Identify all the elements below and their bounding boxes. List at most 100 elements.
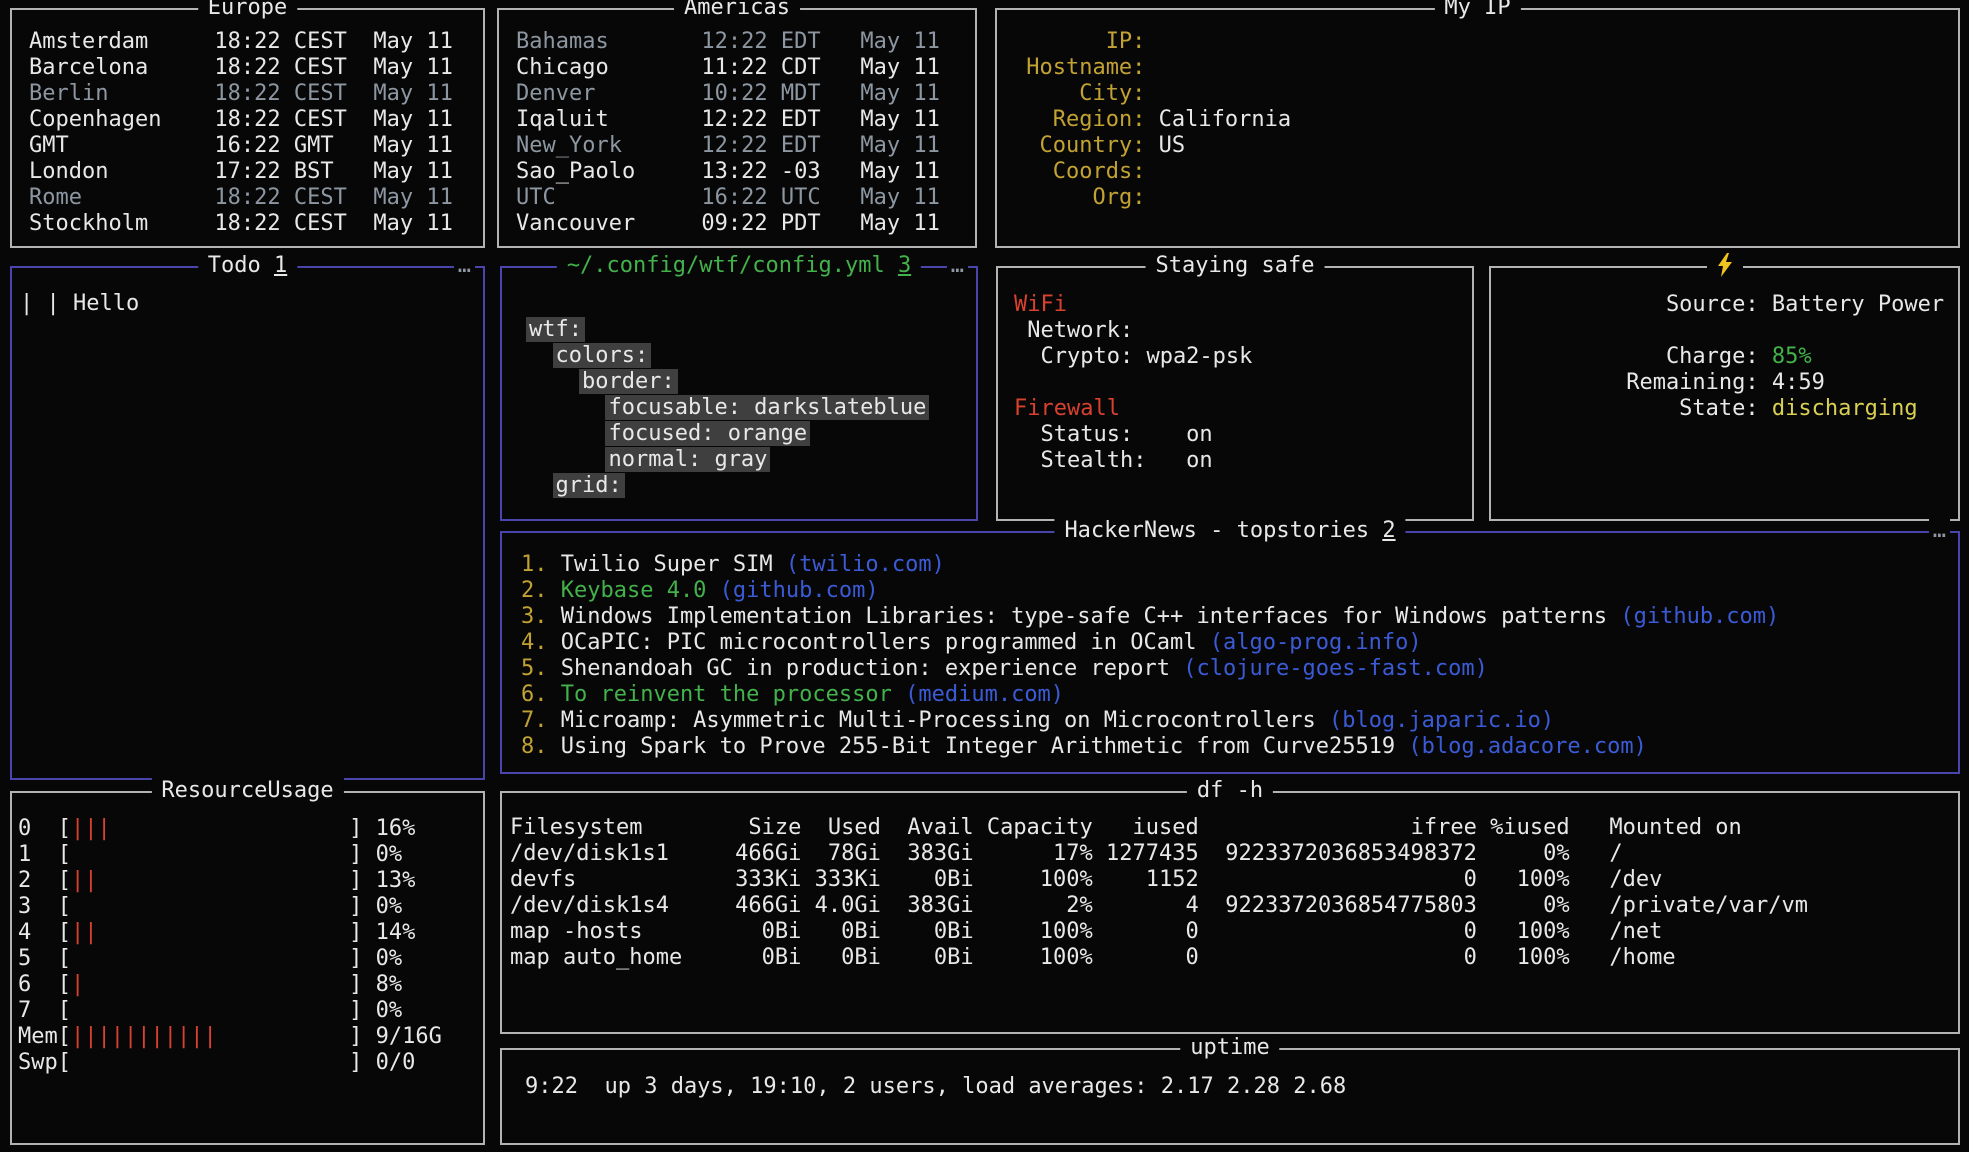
hn-story[interactable]: 5.Shenandoah GC in production: experienc… [521, 656, 1958, 682]
battery-state-value: discharging [1772, 396, 1918, 421]
clock-row: GMT 16:22 GMT May 11 [29, 133, 483, 159]
gauge-bracket: ] [349, 972, 362, 997]
gauge-bracket: [ [58, 998, 71, 1023]
clock-row: Rome 18:22 CEST May 11 [29, 185, 483, 211]
ip-value: California [1159, 107, 1291, 132]
gauge-bracket: [ [58, 946, 71, 971]
gauge-value: 14% [376, 920, 416, 945]
config-code: colors: [553, 343, 652, 368]
gauge-label: 1 [18, 842, 58, 868]
panel-battery: Source:Battery Power Charge:85% Remainin… [1489, 266, 1960, 521]
gauge-bars: ||||||||||| [71, 1024, 349, 1050]
ip-info-row: Org: [1013, 185, 1958, 211]
config-line: colors: [526, 343, 976, 369]
gauge-bracket: ] [349, 1050, 362, 1075]
gauge-label: 3 [18, 894, 58, 920]
ip-label: Country: [1013, 133, 1145, 159]
df-header-row: Filesystem Size Used Avail Capacity iuse… [510, 815, 1958, 841]
config-indent [526, 421, 605, 446]
hn-story-domain: (blog.japaric.io) [1329, 708, 1554, 733]
resource-gauges: 0 [|||]16% 1 []0% 2 [||]13% 3 []0% 4 [||… [12, 793, 483, 1076]
hn-story-title: Using Spark to Prove 255-Bit Integer Ari… [561, 734, 1395, 759]
firewall-header: Firewall [1014, 396, 1472, 422]
gauge-bracket: [ [58, 1050, 71, 1075]
hn-story-number: 6. [521, 682, 548, 707]
wifi-network-row: Network: [1014, 318, 1472, 344]
uptime-text: 9:22 up 3 days, 19:10, 2 users, load ave… [525, 1074, 1958, 1100]
clock-row: Chicago 11:22 CDT May 11 [516, 55, 975, 81]
gauge-bracket: ] [349, 868, 362, 893]
config-code: border: [579, 369, 678, 394]
ip-label: Coords: [1013, 159, 1145, 185]
battery-charge-value: 85% [1772, 344, 1812, 369]
config-code: normal: gray [605, 447, 770, 472]
blank-line [1507, 318, 1958, 344]
cpu-gauge-row: 0 [|||]16% [18, 816, 483, 842]
hn-story[interactable]: 2.Keybase 4.0(github.com) [521, 578, 1958, 604]
gauge-value: 8% [376, 972, 403, 997]
hn-story[interactable]: 8.Using Spark to Prove 255-Bit Integer A… [521, 734, 1958, 760]
gauge-value: 0% [376, 946, 403, 971]
gauge-bracket: [ [58, 920, 71, 945]
panel-todo[interactable]: Todo1 … | | Hello [10, 266, 485, 780]
battery-charge-row: Charge:85% [1507, 344, 1958, 370]
todo-item[interactable]: | | Hello [20, 291, 483, 317]
df-row: map auto_home 0Bi 0Bi 0Bi 100% 0 0 100% … [510, 945, 1958, 971]
panel-uptime: uptime 9:22 up 3 days, 19:10, 2 users, l… [500, 1048, 1960, 1145]
clock-row: London 17:22 BST May 11 [29, 159, 483, 185]
battery-remaining-value: 4:59 [1772, 370, 1825, 395]
hn-story-number: 4. [521, 630, 548, 655]
hn-story-domain: (clojure-goes-fast.com) [1183, 656, 1488, 681]
hn-story[interactable]: 6.To reinvent the processor(medium.com) [521, 682, 1958, 708]
hn-story[interactable]: 7.Microamp: Asymmetric Multi-Processing … [521, 708, 1958, 734]
config-indent [526, 447, 605, 472]
config-line: grid: [526, 473, 976, 499]
gauge-bracket: ] [349, 842, 362, 867]
ip-label: Hostname: [1013, 55, 1145, 81]
hackernews-story-list: 1.Twilio Super SIM(twilio.com) 2. Keybase… [502, 533, 1958, 760]
cpu-gauge-row: 6 [|]8% [18, 972, 483, 998]
gauge-bracket: ] [349, 894, 362, 919]
hn-story-domain: (twilio.com) [786, 552, 945, 577]
hn-story-domain: (blog.adacore.com) [1408, 734, 1646, 759]
gauge-bracket: ] [349, 816, 362, 841]
config-code: focused: orange [605, 421, 810, 446]
panel-resource-usage: ResourceUsage 0 [|||]16% 1 []0% 2 [||]13… [10, 791, 485, 1145]
ip-info-row: Coords: [1013, 159, 1958, 185]
cpu-gauge-row: 5 []0% [18, 946, 483, 972]
cpu-gauge-row: 4 [||]14% [18, 920, 483, 946]
hn-story-title: Keybase 4.0 [561, 578, 707, 603]
hn-story[interactable]: 1.Twilio Super SIM(twilio.com) [521, 552, 1958, 578]
gauge-bracket: ] [349, 946, 362, 971]
battery-remaining-label: Remaining: [1507, 370, 1759, 396]
config-line: focused: orange [526, 421, 976, 447]
clock-row: Berlin 18:22 CEST May 11 [29, 81, 483, 107]
config-indent [526, 343, 553, 368]
panel-hackernews[interactable]: HackerNews - topstories2 … 1.Twilio Supe… [500, 531, 1960, 774]
blank-line [1014, 370, 1472, 396]
df-row: /dev/disk1s1 466Gi 78Gi 383Gi 17% 127743… [510, 841, 1958, 867]
hn-story[interactable]: 4.OCaPIC: PIC microcontrollers programme… [521, 630, 1958, 656]
panel-config-file[interactable]: ~/.config/wtf/config.yml3 … wtf: colors:… [500, 266, 978, 521]
gauge-label: 0 [18, 816, 58, 842]
hn-story-domain: (algo-prog.info) [1210, 630, 1422, 655]
gauge-bars: ||| [71, 816, 349, 842]
firewall-status-row: Status: on [1014, 422, 1472, 448]
config-line: focusable: darkslateblue [526, 395, 976, 421]
battery-source-row: Source:Battery Power [1507, 292, 1958, 318]
gauge-label: 2 [18, 868, 58, 894]
gauge-bracket: [ [58, 894, 71, 919]
gauge-label: Swp [18, 1050, 58, 1076]
hn-story-number: 2. [521, 578, 548, 603]
wifi-crypto-row: Crypto: wpa2-psk [1014, 344, 1472, 370]
hn-story-number: 3. [521, 604, 548, 629]
df-table: Filesystem Size Used Avail Capacity iuse… [502, 793, 1958, 971]
gauge-label: Mem [18, 1024, 58, 1050]
hn-story[interactable]: 3.Windows Implementation Libraries: type… [521, 604, 1958, 630]
clock-list-americas: Bahamas 12:22 EDT May 11 Chicago 11:22 C… [499, 10, 975, 237]
ip-info-row: Country:US [1013, 133, 1958, 159]
ip-label: Org: [1013, 185, 1145, 211]
gauge-value: 13% [376, 868, 416, 893]
gauge-bracket: [ [58, 1024, 71, 1049]
hn-story-number: 7. [521, 708, 548, 733]
